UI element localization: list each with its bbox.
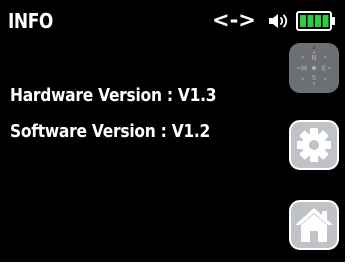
home-icon <box>295 208 333 242</box>
compass-s-label: S <box>312 74 317 82</box>
compass-w-label: W <box>301 65 308 73</box>
gear-icon <box>297 128 331 162</box>
compass-e-label: E <box>322 65 326 73</box>
connection-indicator: <-> <box>212 8 256 32</box>
page-title: INFO <box>8 9 53 33</box>
compass-icon: N S W E <box>297 45 331 85</box>
software-version: Software Version : V1.2 <box>10 121 211 142</box>
speaker-icon <box>269 14 288 28</box>
compass-n-label: N <box>311 54 316 62</box>
device-screen: INFO <-> Hardware Version : V1.3 Softwar… <box>0 0 345 262</box>
home-button[interactable] <box>289 200 339 250</box>
battery-full-icon <box>296 11 335 31</box>
settings-button[interactable] <box>289 120 339 170</box>
hardware-version: Hardware Version : V1.3 <box>10 85 217 106</box>
compass-button[interactable]: N S W E <box>289 43 339 93</box>
